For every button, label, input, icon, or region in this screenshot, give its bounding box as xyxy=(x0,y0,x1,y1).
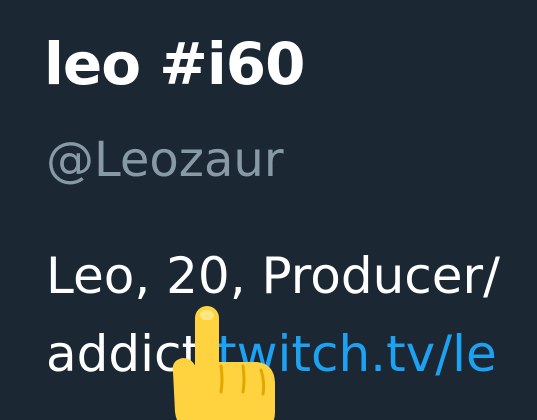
bio-line: Leo, 20, Producer/ xyxy=(46,247,500,305)
pointing-hand-icon xyxy=(172,306,275,420)
display-name: leo #i60 xyxy=(44,30,305,98)
profile-header: leo #i60 @Leozaur Leo, 20, Producer/ add… xyxy=(0,0,537,420)
user-handle: @Leozaur xyxy=(46,132,284,188)
